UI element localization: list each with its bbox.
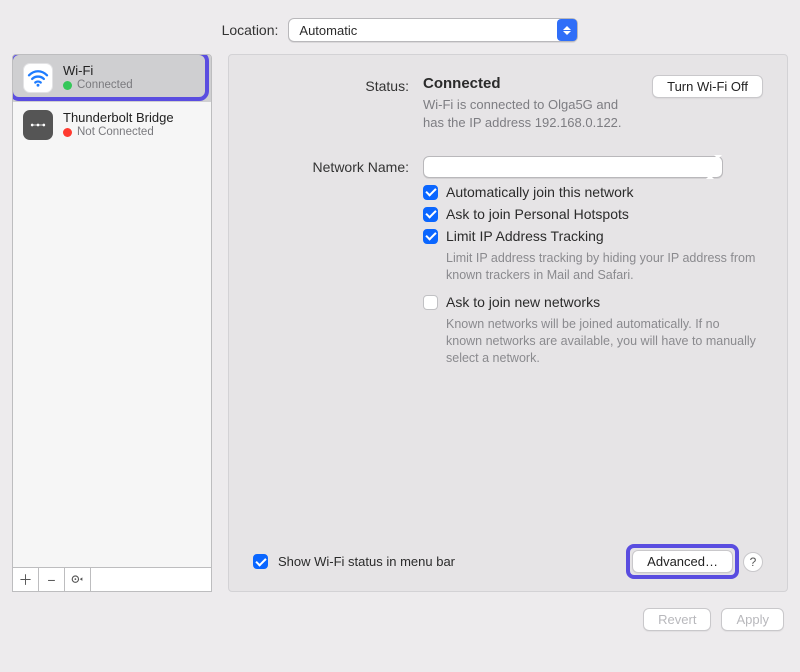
- limit-ip-hint: Limit IP address tracking by hiding your…: [446, 250, 756, 284]
- sidebar-toolbar: ＋ −: [13, 567, 211, 591]
- service-actions-button[interactable]: [65, 568, 91, 592]
- detail-panel: Status: Connected Wi-Fi is connected to …: [228, 54, 788, 592]
- auto-join-checkbox[interactable]: [423, 185, 438, 200]
- status-dot-icon: [63, 81, 72, 90]
- ask-new-hint: Known networks will be joined automatica…: [446, 316, 756, 367]
- status-description: Wi-Fi is connected to Olga5G and has the…: [423, 96, 640, 132]
- status-label: Status:: [253, 75, 423, 94]
- auto-join-label: Automatically join this network: [446, 184, 634, 200]
- location-select[interactable]: Automatic: [288, 18, 578, 42]
- sidebar-item-status: Not Connected: [77, 126, 154, 140]
- show-menubar-checkbox[interactable]: [253, 554, 268, 569]
- sidebar-item-label: Wi-Fi: [63, 63, 133, 79]
- sidebar-item-label: Thunderbolt Bridge: [63, 110, 174, 126]
- remove-service-button[interactable]: −: [39, 568, 65, 592]
- wifi-icon: [23, 63, 53, 93]
- turn-wifi-off-button[interactable]: Turn Wi-Fi Off: [652, 75, 763, 98]
- apply-button[interactable]: Apply: [721, 608, 784, 631]
- chevron-updown-icon: [706, 159, 722, 175]
- ask-hotspots-checkbox[interactable]: [423, 207, 438, 222]
- location-label: Location:: [222, 22, 279, 38]
- limit-ip-checkbox[interactable]: [423, 229, 438, 244]
- network-name-select[interactable]: [423, 156, 723, 178]
- limit-ip-label: Limit IP Address Tracking: [446, 228, 604, 244]
- ask-hotspots-label: Ask to join Personal Hotspots: [446, 206, 629, 222]
- thunderbolt-icon: [23, 110, 53, 140]
- ask-new-checkbox[interactable]: [423, 295, 438, 310]
- help-button[interactable]: ?: [743, 552, 763, 572]
- network-name-label: Network Name:: [253, 156, 423, 175]
- sidebar-item-status: Connected: [77, 79, 133, 93]
- chevron-updown-icon: [557, 19, 577, 41]
- sidebar-item-wifi[interactable]: Wi-Fi Connected: [13, 55, 211, 102]
- show-menubar-label: Show Wi-Fi status in menu bar: [278, 554, 455, 569]
- location-value: Automatic: [299, 23, 357, 38]
- ask-new-label: Ask to join new networks: [446, 294, 600, 310]
- advanced-button[interactable]: Advanced…: [632, 550, 733, 573]
- revert-button[interactable]: Revert: [643, 608, 711, 631]
- add-service-button[interactable]: ＋: [13, 568, 39, 592]
- status-dot-icon: [63, 128, 72, 137]
- status-value: Connected: [423, 75, 640, 92]
- sidebar-item-thunderbolt[interactable]: Thunderbolt Bridge Not Connected: [13, 102, 211, 149]
- network-services-sidebar: Wi-Fi Connected Thunderbolt Bridge Not C…: [12, 54, 212, 592]
